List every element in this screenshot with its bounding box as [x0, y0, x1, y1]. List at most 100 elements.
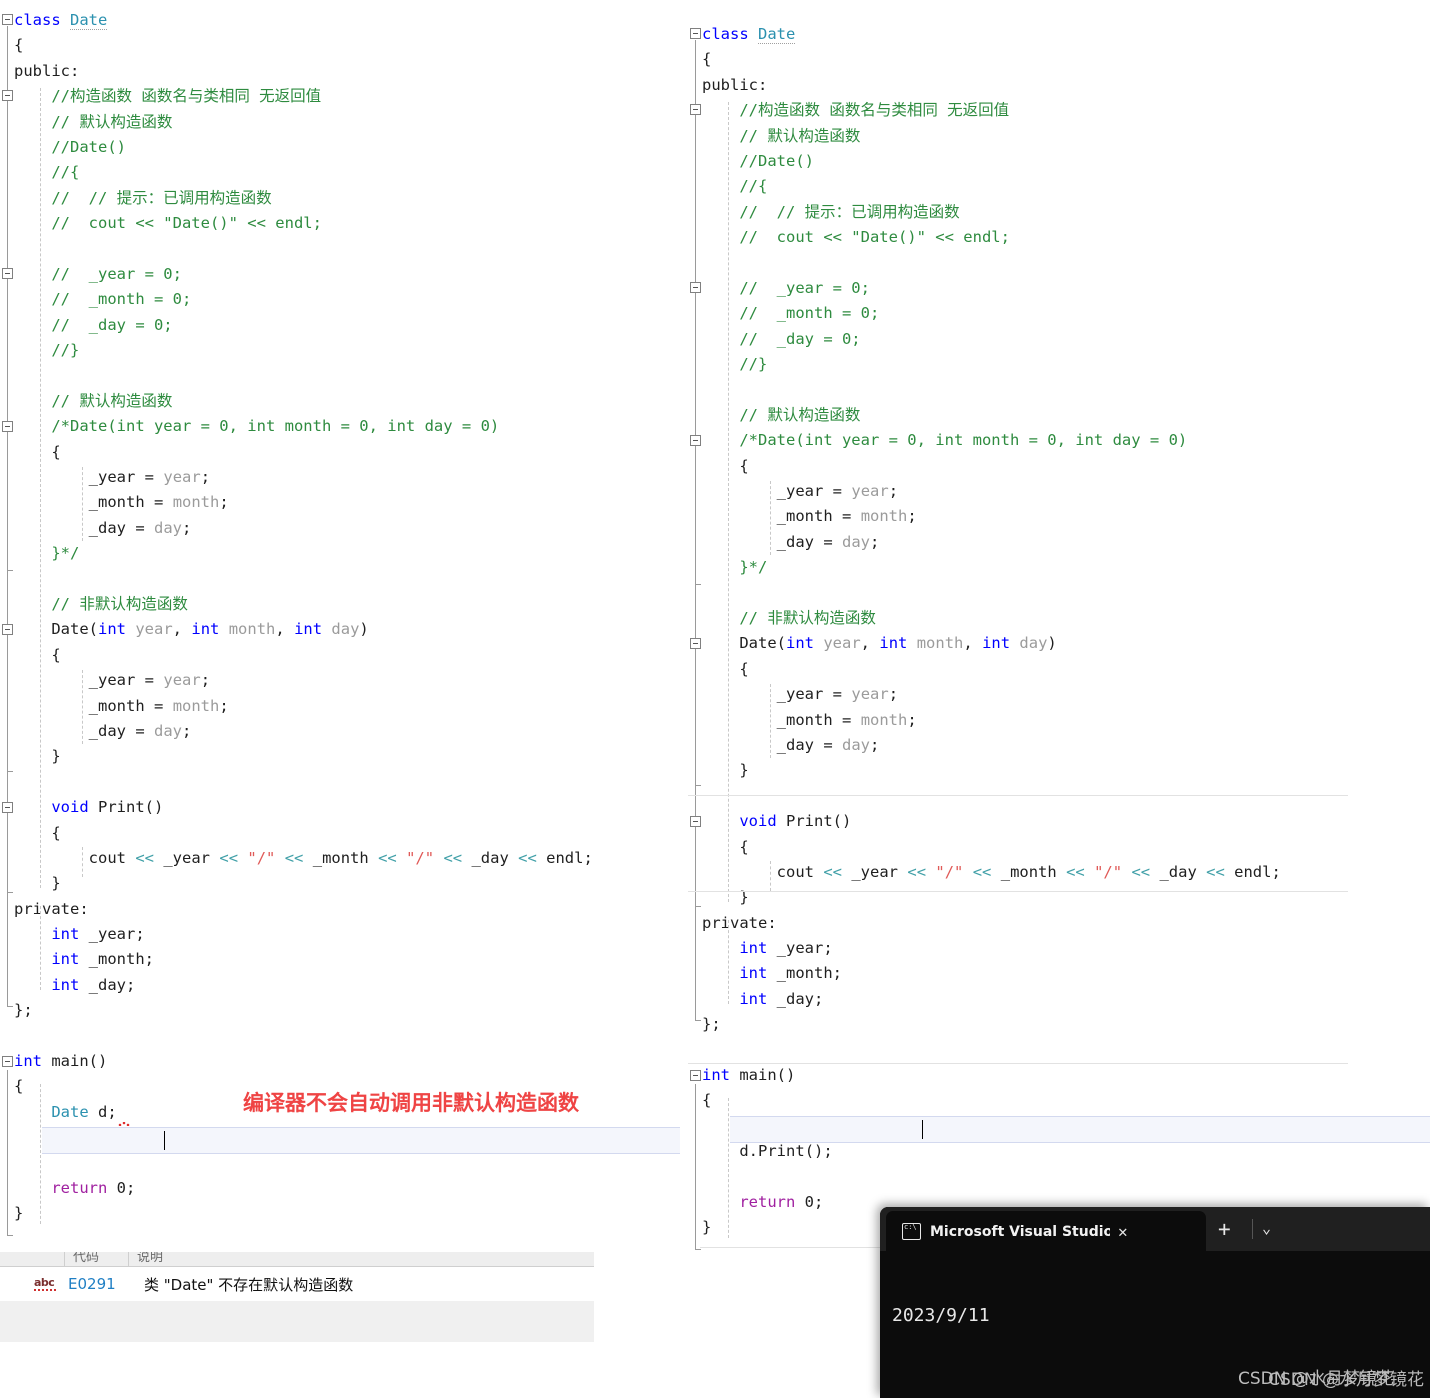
- code-line[interactable]: };: [702, 1012, 1281, 1037]
- code-line[interactable]: //}: [702, 352, 1281, 377]
- fold-toggle-comment2[interactable]: [2, 268, 13, 279]
- fold-toggle-ctor[interactable]: [2, 624, 13, 635]
- fold-toggle-main[interactable]: [2, 1056, 13, 1067]
- code-line[interactable]: // cout << "Date()" << endl;: [14, 211, 593, 236]
- code-line[interactable]: };: [14, 998, 593, 1023]
- code-line[interactable]: //Date(): [14, 135, 593, 160]
- code-line[interactable]: }*/: [702, 555, 1281, 580]
- fold-toggle-comment[interactable]: [690, 104, 701, 115]
- code-line[interactable]: {: [14, 33, 593, 58]
- fold-toggle-ctor[interactable]: [690, 638, 701, 649]
- code-line[interactable]: [702, 377, 1281, 402]
- fold-toggle-class[interactable]: [690, 28, 701, 39]
- code-line[interactable]: void Print(): [14, 795, 593, 820]
- code-line[interactable]: // 非默认构造函数: [702, 606, 1281, 631]
- code-line[interactable]: int _month;: [14, 947, 593, 972]
- code-line[interactable]: }: [14, 1201, 593, 1226]
- code-line[interactable]: {: [702, 835, 1281, 860]
- code-line[interactable]: // _year = 0;: [14, 262, 593, 287]
- code-line[interactable]: {: [702, 47, 1281, 72]
- code-line[interactable]: [14, 567, 593, 592]
- code-line[interactable]: }: [14, 871, 593, 896]
- code-area-left[interactable]: class Date{public: //构造函数 函数名与类相同 无返回值 /…: [14, 8, 593, 1227]
- code-line[interactable]: {: [702, 1088, 1281, 1113]
- code-line[interactable]: //{: [14, 160, 593, 185]
- code-line[interactable]: public:: [702, 73, 1281, 98]
- code-line[interactable]: // 默认构造函数: [14, 389, 593, 414]
- code-line[interactable]: private:: [702, 911, 1281, 936]
- error-list-panel[interactable]: 代码 说明 abc E0291 类 "Date" 不存在默认构造函数: [0, 1252, 594, 1342]
- code-line[interactable]: // _month = 0;: [702, 301, 1281, 326]
- code-line[interactable]: // _month = 0;: [14, 287, 593, 312]
- code-line[interactable]: [702, 1038, 1281, 1063]
- code-line[interactable]: _year = year;: [14, 668, 593, 693]
- fold-toggle-print[interactable]: [2, 802, 13, 813]
- editor-pane-right[interactable]: class Date{public: //构造函数 函数名与类相同 无返回值 /…: [688, 0, 1430, 1260]
- code-line[interactable]: int _year;: [14, 922, 593, 947]
- code-line[interactable]: //构造函数 函数名与类相同 无返回值: [702, 98, 1281, 123]
- code-line[interactable]: [14, 1151, 593, 1176]
- code-line[interactable]: {: [14, 821, 593, 846]
- code-line[interactable]: _year = year;: [702, 479, 1281, 504]
- fold-toggle-comment[interactable]: [2, 90, 13, 101]
- code-line[interactable]: Date(int year, int month, int day): [14, 617, 593, 642]
- editor-pane-left[interactable]: class Date{public: //构造函数 函数名与类相同 无返回值 /…: [0, 0, 680, 1250]
- close-icon[interactable]: ✕: [1118, 1222, 1128, 1241]
- code-line[interactable]: // 默认构造函数: [702, 403, 1281, 428]
- code-line[interactable]: class Date: [702, 22, 1281, 47]
- code-line[interactable]: _month = month;: [14, 694, 593, 719]
- code-line[interactable]: // cout << "Date()" << endl;: [702, 225, 1281, 250]
- code-line[interactable]: // _day = 0;: [702, 327, 1281, 352]
- code-line[interactable]: }*/: [14, 541, 593, 566]
- code-line[interactable]: int _day;: [14, 973, 593, 998]
- code-line[interactable]: return 0;: [14, 1176, 593, 1201]
- code-line[interactable]: // // 提示：已调用构造函数: [14, 186, 593, 211]
- code-line[interactable]: _day = day;: [702, 733, 1281, 758]
- code-area-right[interactable]: class Date{public: //构造函数 函数名与类相同 无返回值 /…: [702, 22, 1281, 1241]
- fold-toggle-default-ctor[interactable]: [690, 435, 701, 446]
- code-line[interactable]: [702, 784, 1281, 809]
- code-line[interactable]: int _year;: [702, 936, 1281, 961]
- code-line[interactable]: void Print(): [702, 809, 1281, 834]
- code-line[interactable]: }: [702, 885, 1281, 910]
- console-titlebar[interactable]: Microsoft Visual Studio 调试控 ✕ + ⌄: [880, 1207, 1430, 1251]
- code-line[interactable]: [702, 1165, 1281, 1190]
- code-line[interactable]: [702, 251, 1281, 276]
- code-line[interactable]: [14, 1024, 593, 1049]
- code-line[interactable]: int main(): [702, 1063, 1281, 1088]
- code-line[interactable]: }: [702, 758, 1281, 783]
- code-line[interactable]: [14, 363, 593, 388]
- chevron-down-icon[interactable]: ⌄: [1262, 1219, 1271, 1237]
- code-line[interactable]: _day = day;: [14, 719, 593, 744]
- code-line[interactable]: _year = year;: [702, 682, 1281, 707]
- fold-toggle-class[interactable]: [2, 14, 13, 25]
- code-line[interactable]: Date(int year, int month, int day): [702, 631, 1281, 656]
- code-line[interactable]: //构造函数 函数名与类相同 无返回值: [14, 84, 593, 109]
- console-tab[interactable]: Microsoft Visual Studio 调试控 ✕: [886, 1211, 1206, 1251]
- error-list-row[interactable]: abc E0291 类 "Date" 不存在默认构造函数: [0, 1267, 594, 1301]
- code-line[interactable]: {: [702, 454, 1281, 479]
- code-line[interactable]: // 默认构造函数: [702, 124, 1281, 149]
- code-line[interactable]: // _day = 0;: [14, 313, 593, 338]
- code-line[interactable]: private:: [14, 897, 593, 922]
- code-line[interactable]: [14, 770, 593, 795]
- code-line[interactable]: cout << _year << "/" << _month << "/" <<…: [702, 860, 1281, 885]
- code-line[interactable]: _day = day;: [14, 516, 593, 541]
- code-line[interactable]: // 默认构造函数: [14, 110, 593, 135]
- code-line[interactable]: //Date(): [702, 149, 1281, 174]
- code-line[interactable]: int main(): [14, 1049, 593, 1074]
- code-line[interactable]: {: [702, 657, 1281, 682]
- code-line[interactable]: public:: [14, 59, 593, 84]
- new-tab-icon[interactable]: +: [1218, 1219, 1231, 1240]
- code-line[interactable]: {: [14, 643, 593, 668]
- code-line[interactable]: _month = month;: [702, 504, 1281, 529]
- code-line[interactable]: // 非默认构造函数: [14, 592, 593, 617]
- fold-toggle-print[interactable]: [690, 816, 701, 827]
- code-line[interactable]: //{: [702, 174, 1281, 199]
- code-line[interactable]: int _day;: [702, 987, 1281, 1012]
- fold-toggle-main[interactable]: [690, 1070, 701, 1081]
- code-line[interactable]: {: [14, 440, 593, 465]
- code-line[interactable]: //}: [14, 338, 593, 363]
- code-line[interactable]: _month = month;: [14, 490, 593, 515]
- code-line[interactable]: [702, 581, 1281, 606]
